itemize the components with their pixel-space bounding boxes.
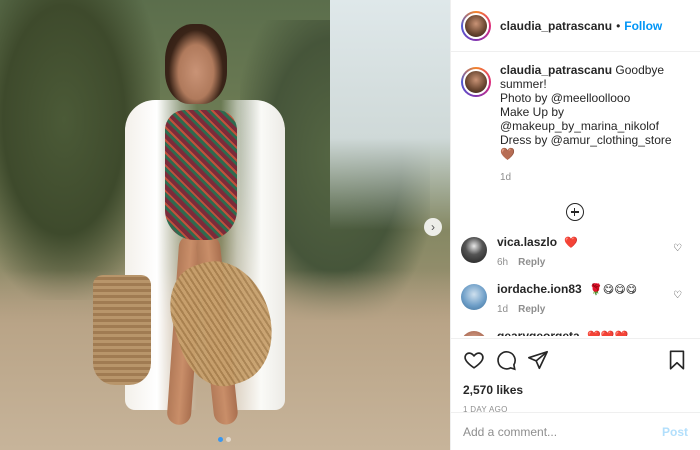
author-username[interactable]: claudia_patrascanu [500,19,612,33]
reply-button[interactable]: Reply [518,257,545,268]
post-caption: claudia_patrascanu Goodbye summer! Photo… [461,63,688,185]
header-separator: • [616,18,621,33]
post-sidebar: claudia_patrascanu • Follow claudia_patr… [450,0,700,450]
share-icon[interactable] [527,349,549,371]
carousel-dot [226,437,231,442]
photo-swimsuit [165,110,237,240]
like-comment-heart-icon[interactable]: ♡ [673,243,682,254]
instagram-post: › claudia_patrascanu • Follow claudia_pa… [0,0,700,450]
comment-username[interactable]: gearygeorgeta [497,329,580,336]
comment-username[interactable]: iordache.ion83 [497,282,582,296]
photo-straw-bag [93,275,151,385]
add-comment-bar: Post [451,412,700,450]
load-more-comments [461,203,688,221]
carousel-dot-active [218,437,223,442]
caption-line: @makeup_by_marina_nikolof [500,119,659,133]
commenter-avatar[interactable] [461,237,487,263]
follow-button[interactable]: Follow [624,19,662,33]
action-icons [463,347,688,373]
post-comment-button[interactable]: Post [662,425,688,439]
caption-avatar[interactable] [461,67,491,97]
author-avatar[interactable] [461,10,491,41]
photo-head [165,24,227,104]
commenter-avatar[interactable] [461,331,487,336]
post-actions: 2,570 likes 1 DAY AGO [451,338,700,414]
post-header: claudia_patrascanu • Follow [451,0,700,52]
comment-icon[interactable] [495,349,517,371]
carousel-dots [218,437,231,442]
comment-username[interactable]: vica.laszlo [497,235,557,249]
comment-item: vica.laszlo ❤️ 6h Reply ♡ [461,235,688,268]
comment-time: 1d [497,304,509,315]
heart-icon[interactable] [463,349,485,371]
comment-input[interactable] [463,424,662,439]
comment-item: iordache.ion83 🌹😋😋😋 1d Reply ♡ [461,282,688,315]
reply-button[interactable]: Reply [518,304,545,315]
plus-circle-icon[interactable] [565,203,584,221]
photo-model [93,10,315,450]
comment-item: gearygeorgeta ❤️❤️❤️ ♡ [461,329,688,336]
caption-username[interactable]: claudia_patrascanu [500,63,612,77]
caption-time: 1d [500,172,512,183]
comment-time: 6h [497,257,509,268]
caption-line: Make Up by [500,105,565,119]
comments-panel[interactable]: claudia_patrascanu Goodbye summer! Photo… [451,53,700,336]
photo-sky [330,0,450,230]
comment-text: ❤️❤️❤️ [587,331,628,336]
comment-text: 🌹😋😋😋 [589,284,638,296]
caption-line: Photo by @meelloollooo [500,91,631,105]
likes-count[interactable]: 2,570 likes [463,383,688,397]
post-photo[interactable]: › [0,0,450,450]
like-comment-heart-icon[interactable]: ♡ [673,290,682,301]
caption-line: Dress by @amur_clothing_store🤎 [500,133,672,161]
carousel-next-button[interactable]: › [424,218,442,236]
comment-text: ❤️ [564,237,579,249]
commenter-avatar[interactable] [461,284,487,310]
bookmark-icon[interactable] [666,349,688,371]
